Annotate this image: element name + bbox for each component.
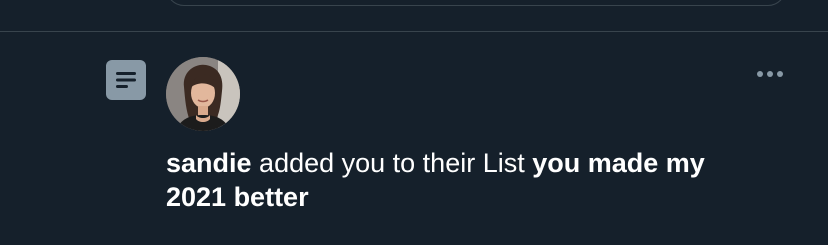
notification-item[interactable]: sandie added you to their List you made …: [0, 0, 828, 213]
more-options-button[interactable]: [750, 62, 790, 86]
user-name-link[interactable]: sandie: [166, 148, 252, 178]
avatar[interactable]: [166, 57, 240, 131]
action-text: added you to their List: [251, 148, 533, 178]
list-icon: [106, 60, 146, 100]
more-icon: [757, 71, 783, 77]
notification-text: sandie added you to their List you made …: [166, 146, 766, 214]
